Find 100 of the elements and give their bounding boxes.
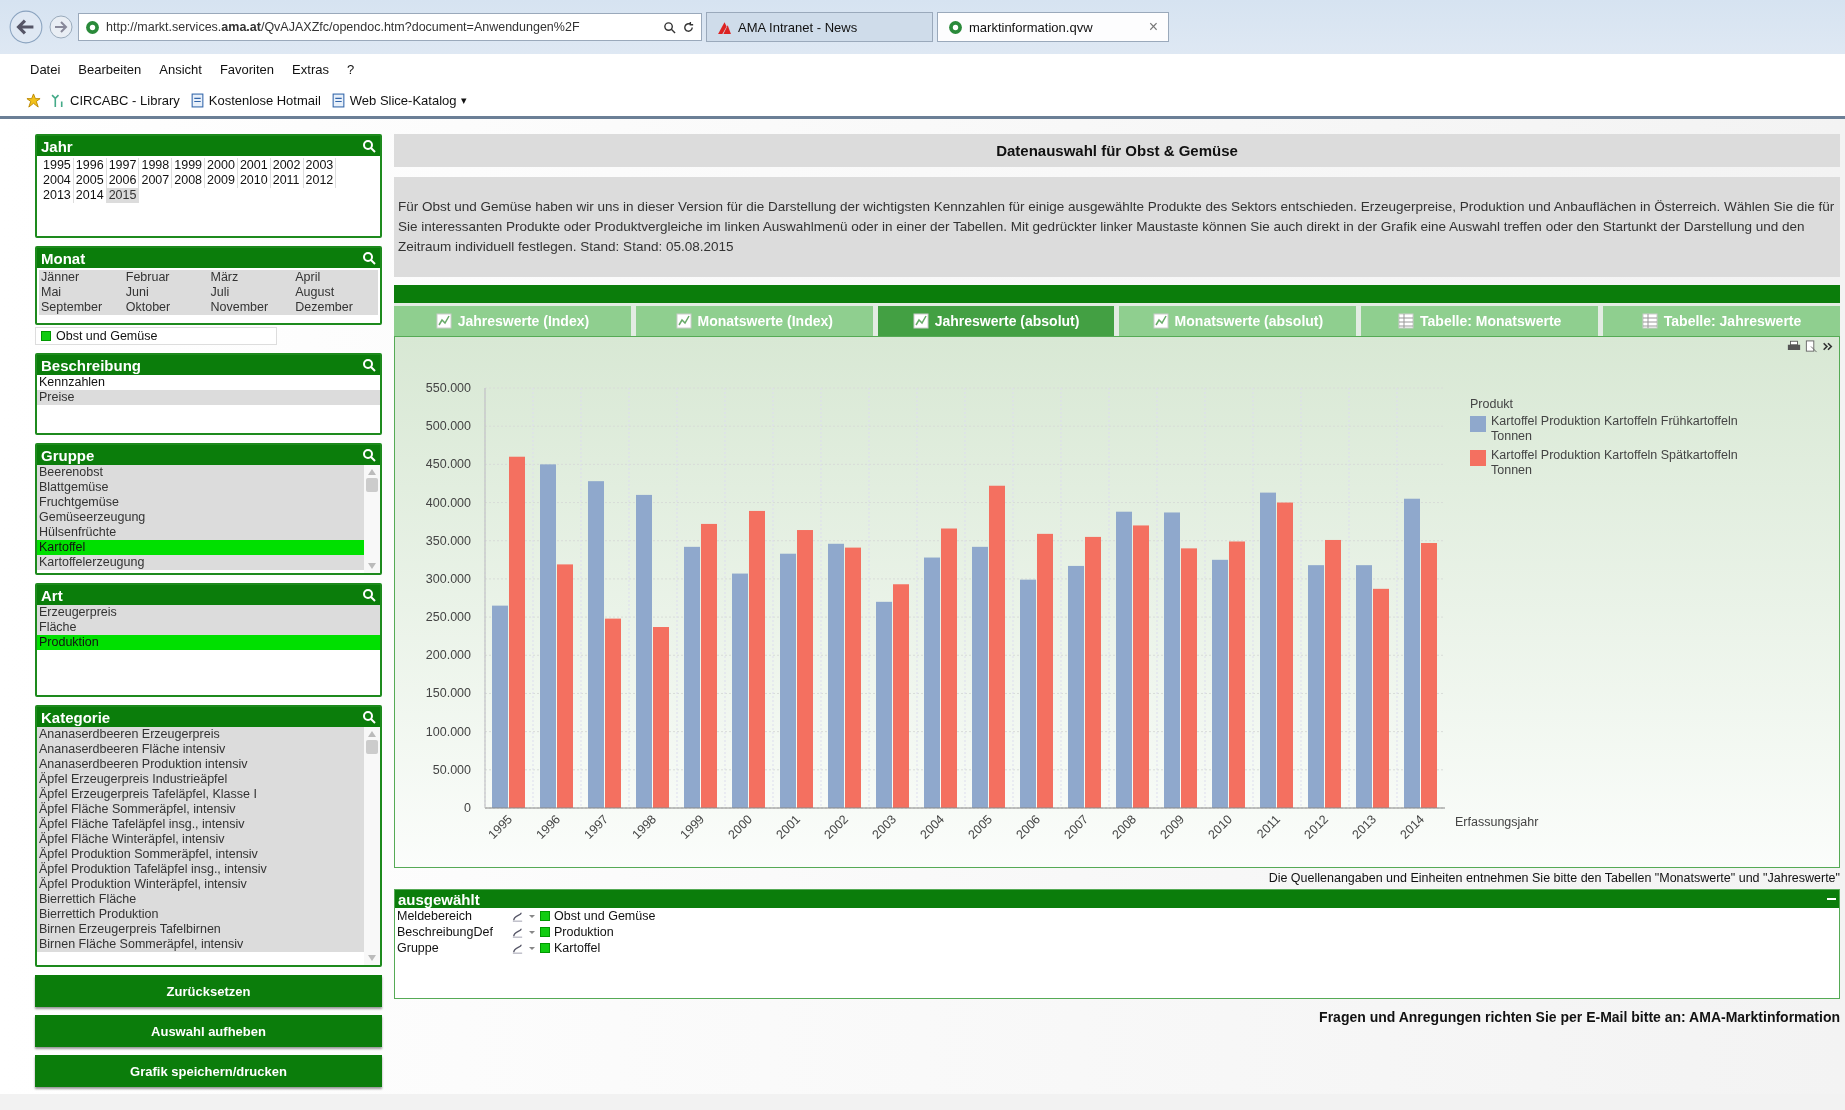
list-item[interactable]: April — [293, 270, 378, 285]
list-item[interactable]: Äpfel Fläche Tafeläpfel insg., intensiv — [37, 817, 364, 832]
browser-tab[interactable]: AMA Intranet - News — [706, 12, 933, 42]
menu-item[interactable]: Bearbeiten — [78, 61, 142, 77]
bar[interactable] — [684, 546, 700, 808]
forward-button[interactable] — [48, 14, 74, 40]
bar[interactable] — [1404, 498, 1420, 808]
bar[interactable] — [1308, 565, 1324, 808]
list-item[interactable]: 2002 — [270, 158, 304, 173]
star-icon[interactable] — [26, 92, 41, 108]
scroll-up-icon[interactable] — [367, 468, 377, 476]
bar[interactable] — [1133, 525, 1149, 808]
bar[interactable] — [1356, 565, 1372, 808]
scroll-thumb[interactable] — [366, 740, 378, 754]
list-item[interactable]: 2001 — [237, 158, 271, 173]
bar[interactable] — [557, 564, 573, 808]
bar[interactable] — [701, 523, 717, 808]
list-item[interactable]: Juni — [123, 285, 209, 300]
bar[interactable] — [989, 485, 1005, 808]
list-item[interactable]: 2012 — [303, 173, 337, 188]
bar[interactable] — [1068, 565, 1084, 808]
list-item[interactable]: 2014 — [73, 188, 107, 203]
list-item[interactable]: Ananaserdbeeren Produktion intensiv — [37, 757, 364, 772]
bar[interactable] — [509, 456, 525, 808]
bar[interactable] — [605, 618, 621, 808]
menu-item[interactable]: ? — [346, 61, 355, 77]
bar[interactable] — [941, 528, 957, 808]
list-item[interactable]: Birnen Fläche Sommeräpfel, intensiv — [37, 937, 364, 952]
list-item[interactable]: Äpfel Produktion Tafeläpfel insg., intensiv — [37, 862, 364, 877]
search-icon[interactable] — [362, 139, 376, 153]
list-item[interactable]: Birnen Erzeugerpreis Tafelbirnen — [37, 922, 364, 937]
list-item[interactable]: Bierrettich Produktion — [37, 907, 364, 922]
favorite-link[interactable]: Kostenlose Hotmail — [189, 92, 321, 108]
bar[interactable] — [845, 547, 861, 808]
list-item[interactable]: September — [39, 300, 124, 315]
list-item[interactable]: Äpfel Produktion Winteräpfel, intensiv — [37, 877, 364, 892]
list-item[interactable]: 1999 — [172, 158, 206, 173]
bar[interactable] — [1277, 502, 1293, 808]
bar[interactable] — [1181, 548, 1197, 808]
list-item[interactable]: 2010 — [237, 173, 271, 188]
list-item[interactable]: 1996 — [73, 158, 107, 173]
bar[interactable] — [828, 543, 844, 808]
list-item[interactable]: 2004 — [41, 173, 74, 188]
bar[interactable] — [540, 464, 556, 808]
menu-item[interactable]: Datei — [30, 61, 61, 77]
scroll-thumb[interactable] — [366, 478, 378, 492]
bar[interactable] — [1325, 539, 1341, 808]
list-item[interactable]: November — [208, 300, 294, 315]
list-item[interactable]: 1995 — [41, 158, 74, 173]
list-item[interactable]: Jänner — [39, 270, 124, 285]
bar[interactable] — [1116, 511, 1132, 808]
list-item[interactable]: 2008 — [172, 173, 206, 188]
list-item[interactable]: 2000 — [205, 158, 238, 173]
export-icon[interactable] — [1804, 340, 1818, 353]
list-item[interactable]: Äpfel Fläche Winteräpfel, intensiv — [37, 832, 364, 847]
list-item[interactable]: Bierrettich Fläche — [37, 892, 364, 907]
search-icon[interactable] — [362, 710, 376, 724]
list-item[interactable]: 2007 — [139, 173, 173, 188]
list-item[interactable]: Hülsenfrüchte — [37, 525, 364, 540]
bar[interactable] — [749, 510, 765, 808]
list-item[interactable]: Fruchtgemüse — [37, 495, 364, 510]
search-icon[interactable] — [362, 358, 376, 372]
list-item[interactable]: 2011 — [270, 173, 304, 188]
bar[interactable] — [876, 601, 892, 808]
back-button[interactable] — [8, 9, 44, 45]
bar[interactable] — [1020, 579, 1036, 808]
list-item[interactable]: 2009 — [205, 173, 238, 188]
menu-item[interactable]: Ansicht — [159, 61, 202, 77]
bar[interactable] — [653, 627, 669, 808]
bar[interactable] — [1373, 588, 1389, 808]
bar[interactable] — [1212, 559, 1228, 808]
search-icon[interactable] — [362, 588, 376, 602]
list-item[interactable]: Äpfel Erzeugerpreis Industrieäpfel — [37, 772, 364, 787]
list-item[interactable]: 2003 — [303, 158, 337, 173]
bar[interactable] — [1229, 541, 1245, 808]
bar[interactable] — [893, 584, 909, 808]
menu-item[interactable]: Favoriten — [219, 61, 275, 77]
list-item[interactable]: Februar — [123, 270, 209, 285]
list-item[interactable]: März — [208, 270, 294, 285]
scroll-up-icon[interactable] — [367, 730, 377, 738]
scroll-down-icon[interactable] — [367, 954, 377, 962]
list-item[interactable]: August — [293, 285, 378, 300]
bar[interactable] — [1260, 492, 1276, 808]
list-item[interactable]: Juli — [208, 285, 294, 300]
search-icon[interactable] — [362, 448, 376, 462]
list-item[interactable]: Beerenobst — [37, 465, 364, 480]
list-item[interactable]: Mai — [39, 285, 124, 300]
list-item[interactable]: Kartoffel — [37, 540, 364, 555]
list-item[interactable]: Erzeugerpreis — [37, 605, 380, 620]
list-item[interactable]: Produktion — [37, 635, 380, 650]
bar[interactable] — [1421, 543, 1437, 808]
list-item[interactable]: Kartoffelerzeugung — [37, 555, 364, 570]
list-item[interactable]: Äpfel Erzeugerpreis Tafeläpfel, Klasse I — [37, 787, 364, 802]
bar[interactable] — [1164, 512, 1180, 808]
bar[interactable] — [492, 605, 508, 808]
printer-icon[interactable] — [1787, 340, 1801, 353]
bar[interactable] — [797, 530, 813, 808]
action-button[interactable]: Zurücksetzen — [35, 975, 382, 1007]
scrollbar[interactable] — [364, 727, 380, 965]
close-tab-button[interactable]: × — [1148, 18, 1158, 36]
